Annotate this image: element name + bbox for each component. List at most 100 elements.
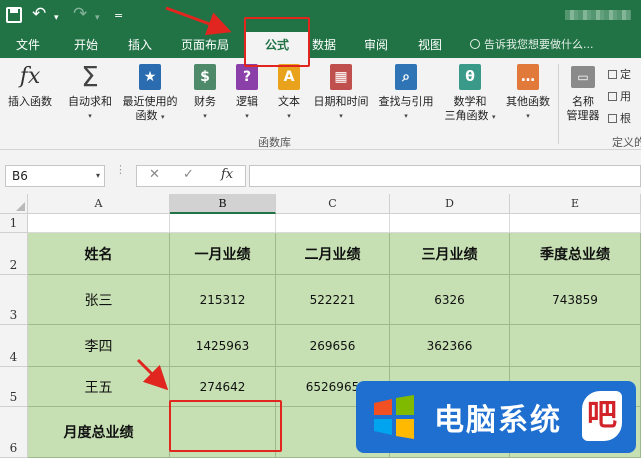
- cell-c2[interactable]: 二月业绩: [276, 233, 390, 275]
- recently-used-button[interactable]: ★ 最近使用的 函数 ▾: [118, 62, 182, 124]
- cell-e1[interactable]: [510, 214, 641, 233]
- tell-me-text: 告诉我您想要做什么...: [484, 38, 594, 51]
- enter-icon[interactable]: ✓: [183, 167, 194, 182]
- cell-a2[interactable]: 姓名: [28, 233, 170, 275]
- create-from-selection-icon: [608, 114, 617, 123]
- ribbon-tab-bar: 文件 开始 插入 页面布局 公式 数据 审阅 视图 告诉我您想要做什么...: [0, 32, 641, 58]
- defined-names-group-label: 定义的: [612, 136, 641, 149]
- row-header-6[interactable]: 6: [0, 407, 28, 458]
- cell-d4[interactable]: 362366: [390, 325, 510, 367]
- cell-c3[interactable]: 522221: [276, 275, 390, 325]
- column-header-b[interactable]: B: [170, 194, 276, 214]
- select-all-corner[interactable]: [0, 194, 28, 214]
- lightbulb-icon: [470, 39, 480, 49]
- windows-logo-icon: [374, 395, 414, 439]
- create-from-selection-button[interactable]: 根: [608, 110, 631, 126]
- cell-d1[interactable]: [390, 214, 510, 233]
- ribbon-separator: [558, 64, 559, 144]
- more-functions-button[interactable]: … 其他函数 ▾: [500, 62, 556, 123]
- watermark-banner: 电脑系统 吧: [356, 381, 636, 453]
- define-name-icon: [608, 70, 617, 79]
- lookup-book-icon: ⌕: [392, 62, 420, 92]
- name-manager-icon: ▭: [569, 62, 597, 92]
- blurred-window-title: [565, 10, 631, 20]
- tab-insert[interactable]: 插入: [116, 32, 164, 58]
- calendar-book-icon: ▦: [327, 62, 355, 92]
- insert-function-button[interactable]: fx 插入函数: [4, 62, 56, 109]
- cell-b1[interactable]: [170, 214, 276, 233]
- column-header-d[interactable]: D: [390, 194, 510, 214]
- cell-d3[interactable]: 6326: [390, 275, 510, 325]
- use-in-formula-button[interactable]: 用: [608, 88, 631, 104]
- row-header-5[interactable]: 5: [0, 367, 28, 407]
- name-manager-button[interactable]: ▭ 名称 管理器: [562, 62, 604, 123]
- tab-review[interactable]: 审阅: [356, 32, 396, 58]
- cell-e4[interactable]: [510, 325, 641, 367]
- row-header-1[interactable]: 1: [0, 214, 28, 233]
- formula-input[interactable]: [249, 165, 641, 187]
- resize-handle-icon[interactable]: ⋮: [115, 164, 126, 175]
- save-icon[interactable]: [6, 7, 22, 23]
- column-header-c[interactable]: C: [276, 194, 390, 214]
- finance-book-icon: $: [191, 62, 219, 92]
- formulas-ribbon: fx 插入函数 Σ 自动求和 ▾ ★ 最近使用的 函数 ▾ $ 财务 ▾ ? 逻…: [0, 58, 641, 150]
- watermark-last-char: 吧: [582, 391, 622, 441]
- chevron-down-icon[interactable]: ▾: [96, 166, 100, 186]
- row-header-3[interactable]: 3: [0, 275, 28, 325]
- cell-d2[interactable]: 三月业绩: [390, 233, 510, 275]
- redo-dropdown-icon[interactable]: ▾: [95, 8, 100, 28]
- text-button[interactable]: A 文本 ▾: [272, 62, 306, 123]
- function-library-group-label: 函数库: [258, 136, 291, 149]
- tab-data[interactable]: 数据: [310, 32, 338, 58]
- chevron-down-icon: ▾: [88, 112, 92, 120]
- more-functions-book-icon: …: [514, 62, 542, 92]
- cell-a1[interactable]: [28, 214, 170, 233]
- define-name-button[interactable]: 定: [608, 66, 631, 82]
- autosum-button[interactable]: Σ 自动求和 ▾: [62, 62, 118, 123]
- title-bar: ↶ ▾ ↷ ▾ =: [0, 0, 641, 32]
- use-in-formula-icon: [608, 92, 617, 101]
- formula-bar: B6 ▾ ⋮ ✕ ✓ fx: [0, 150, 641, 194]
- date-time-button[interactable]: ▦ 日期和时间 ▾: [308, 62, 374, 123]
- customize-toolbar-icon[interactable]: =: [114, 6, 123, 26]
- formula-buttons: ✕ ✓ fx: [136, 165, 246, 187]
- tab-page-layout[interactable]: 页面布局: [172, 32, 238, 58]
- math-book-icon: θ: [456, 62, 484, 92]
- fx-icon: fx: [19, 64, 41, 89]
- cell-a5[interactable]: 王五: [28, 367, 170, 407]
- watermark-text: 电脑系统: [434, 403, 562, 438]
- insert-function-icon[interactable]: fx: [221, 167, 233, 182]
- column-header-e[interactable]: E: [510, 194, 641, 214]
- redo-icon[interactable]: ↷: [73, 4, 87, 24]
- cell-b2[interactable]: 一月业绩: [170, 233, 276, 275]
- math-trig-button[interactable]: θ 数学和 三角函数 ▾: [440, 62, 500, 124]
- column-header-a[interactable]: A: [28, 194, 170, 214]
- cell-a4[interactable]: 李四: [28, 325, 170, 367]
- excel-window: ↶ ▾ ↷ ▾ = 文件 开始 插入 页面布局 公式 数据 审阅 视图 告诉我您…: [0, 0, 641, 458]
- star-book-icon: ★: [136, 62, 164, 92]
- cell-b4[interactable]: 1425963: [170, 325, 276, 367]
- formulas-tab-highlight: [244, 17, 310, 67]
- cell-c1[interactable]: [276, 214, 390, 233]
- cell-a3[interactable]: 张三: [28, 275, 170, 325]
- logical-button[interactable]: ? 逻辑 ▾: [230, 62, 264, 123]
- cell-a6[interactable]: 月度总业绩: [28, 407, 170, 458]
- cell-e2[interactable]: 季度总业绩: [510, 233, 641, 275]
- tab-view[interactable]: 视图: [410, 32, 450, 58]
- financial-button[interactable]: $ 财务 ▾: [188, 62, 222, 123]
- undo-icon[interactable]: ↶: [32, 4, 46, 24]
- row-header-2[interactable]: 2: [0, 233, 28, 275]
- cancel-icon[interactable]: ✕: [149, 167, 160, 182]
- selected-cell-highlight: [169, 400, 282, 452]
- cell-b3[interactable]: 215312: [170, 275, 276, 325]
- tab-home[interactable]: 开始: [62, 32, 110, 58]
- lookup-reference-button[interactable]: ⌕ 查找与引用 ▾: [374, 62, 438, 123]
- row-header-4[interactable]: 4: [0, 325, 28, 367]
- undo-dropdown-icon[interactable]: ▾: [54, 8, 59, 28]
- sigma-icon: Σ: [81, 60, 99, 93]
- name-box[interactable]: B6 ▾: [5, 165, 105, 187]
- cell-e3[interactable]: 743859: [510, 275, 641, 325]
- cell-c4[interactable]: 269656: [276, 325, 390, 367]
- tell-me-search[interactable]: 告诉我您想要做什么...: [470, 32, 594, 58]
- tab-file[interactable]: 文件: [6, 32, 50, 58]
